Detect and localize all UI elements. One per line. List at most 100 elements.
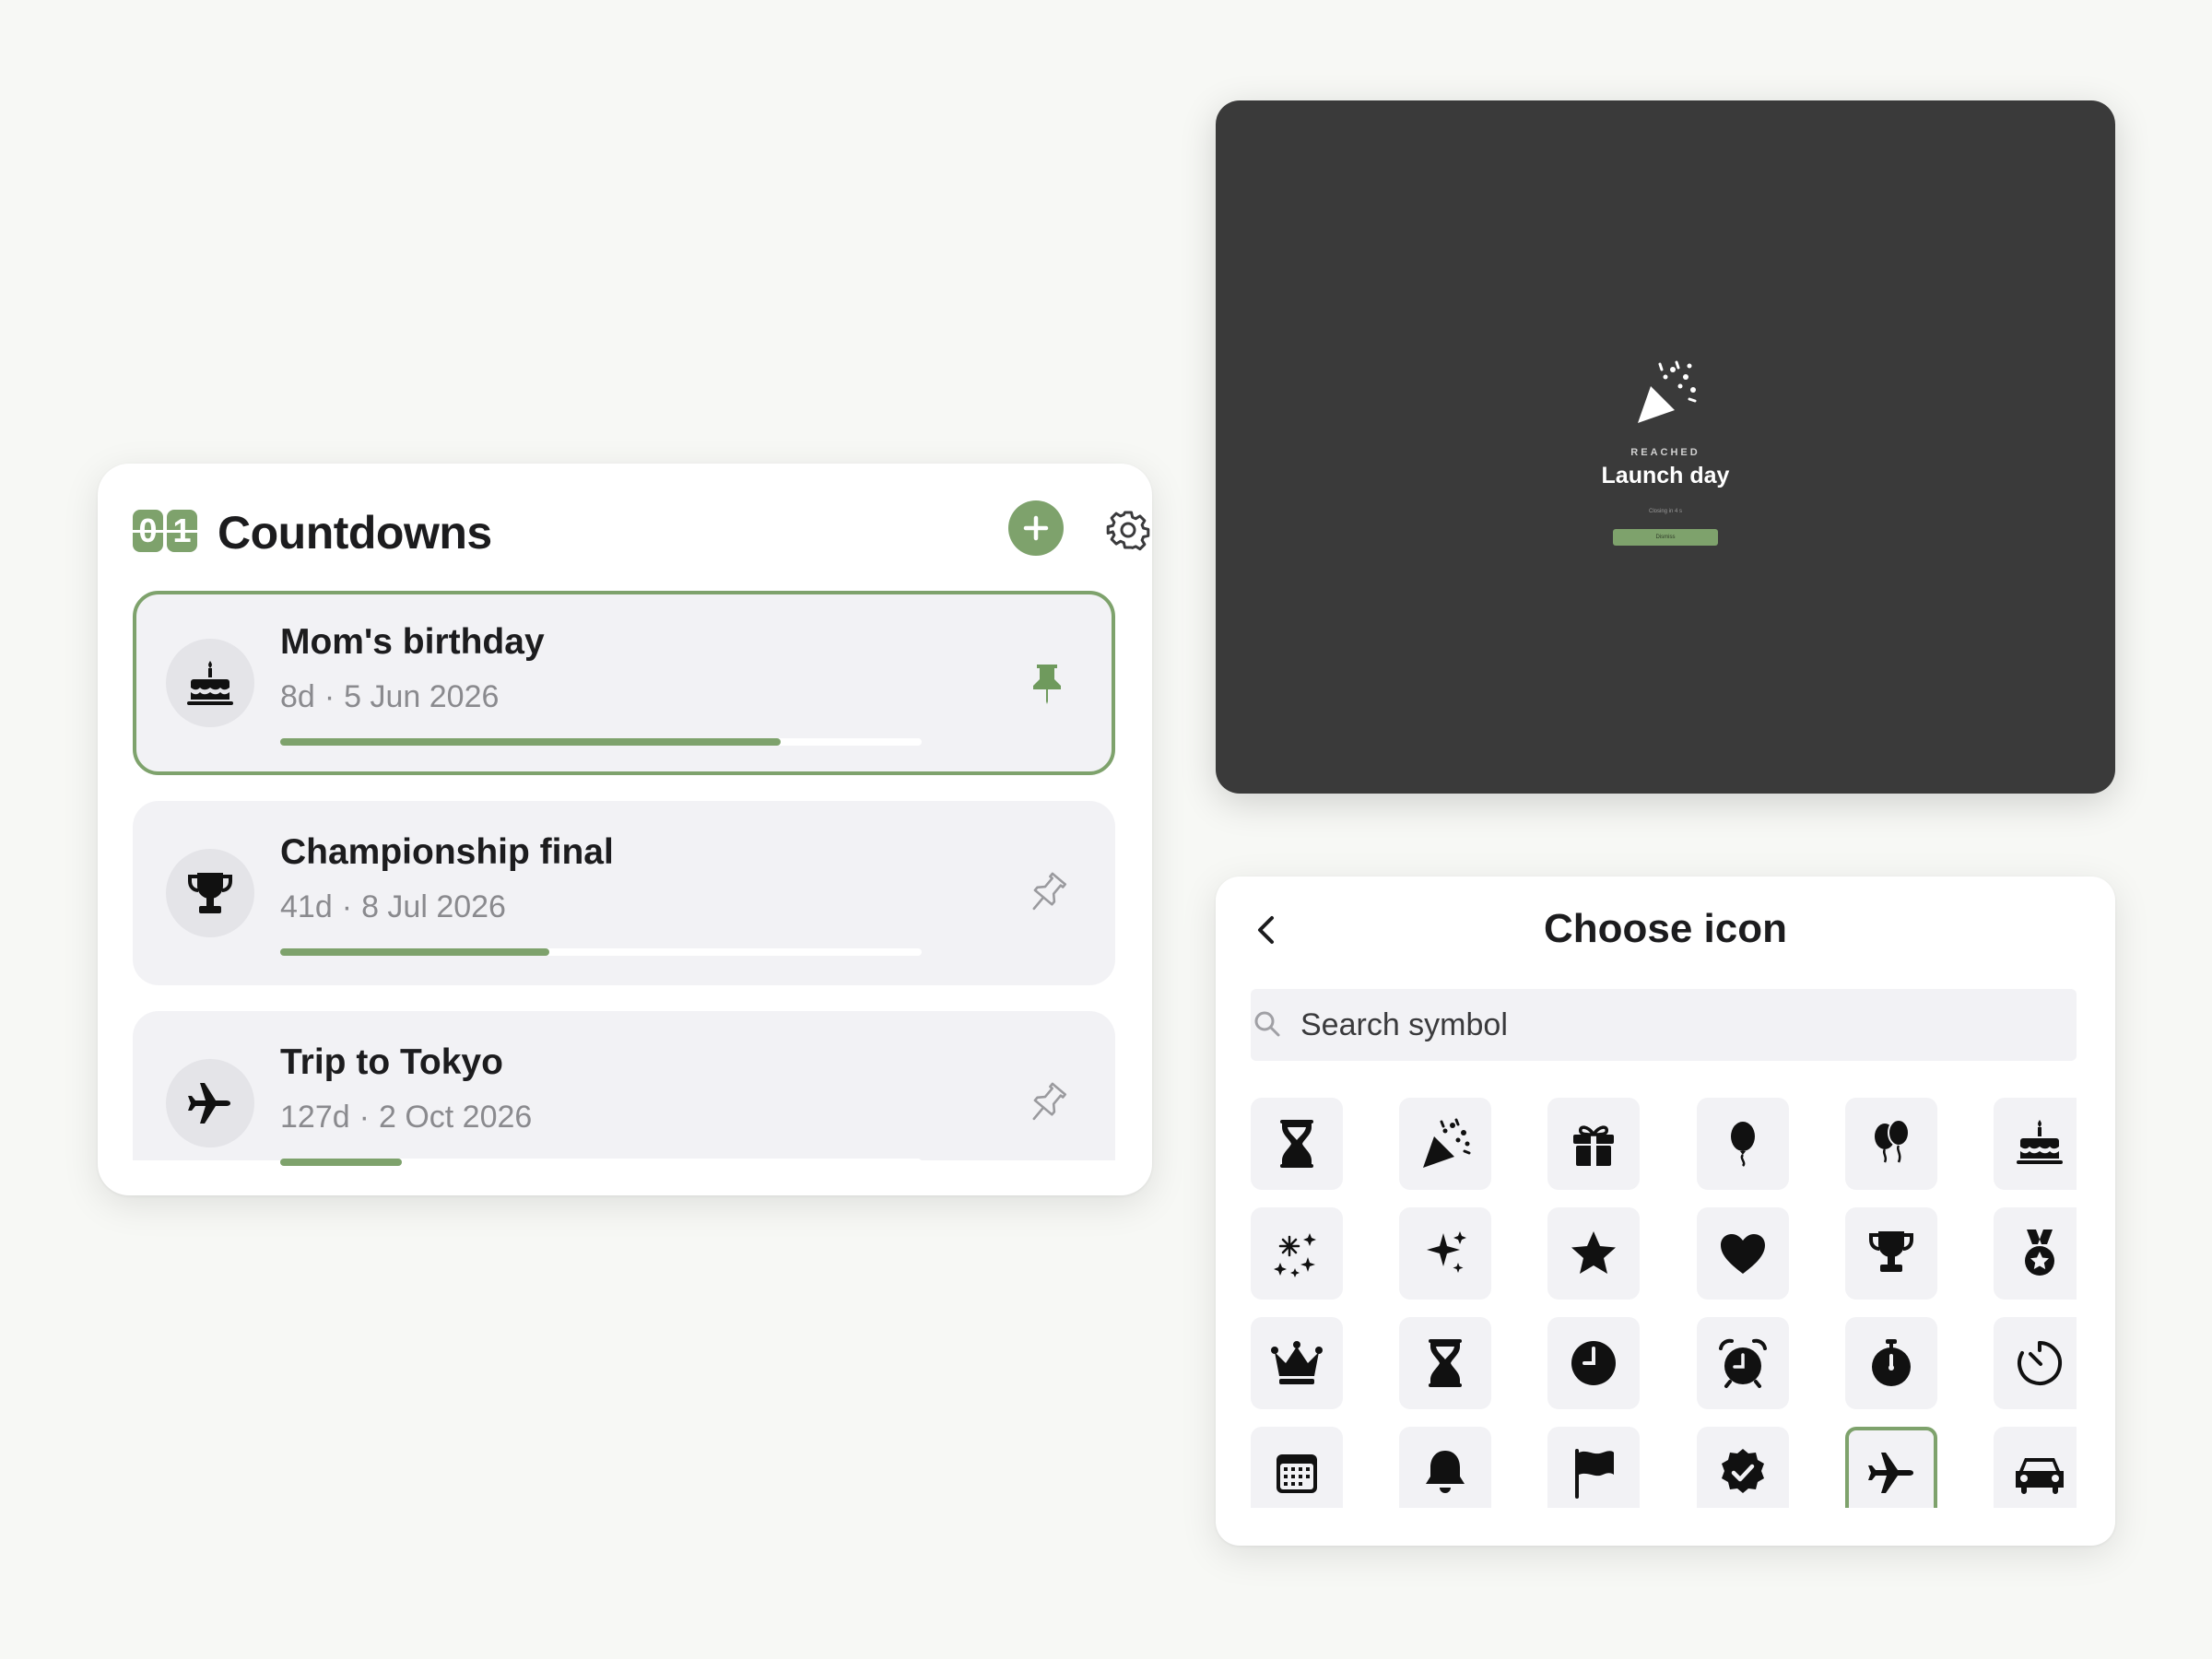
countdown-meta: 127d · 2 Oct 2026 [280,1100,532,1135]
avatar [166,1059,254,1147]
icon-tile-stopwatch[interactable] [1845,1317,1937,1409]
meta-separator: · [359,1100,370,1135]
progress-bar [280,948,922,956]
progress-fill [280,1159,403,1166]
icon-tile-fireworks[interactable] [1251,1207,1343,1300]
target-date: 2 Oct 2026 [378,1100,533,1135]
star-icon [1571,1231,1616,1274]
icon-tile-medal[interactable] [1994,1207,2077,1300]
progress-bar [280,738,922,746]
plus-icon [1023,515,1049,541]
birthday-cake-icon [187,661,233,705]
icon-tile-hourglass[interactable] [1251,1098,1343,1190]
avatar [166,639,254,727]
timer-icon [2018,1341,2063,1385]
airplane-icon [188,1083,230,1124]
countdowns-header: 0 1 Countdowns [133,500,1150,561]
countdown-meta: 8d · 5 Jun 2026 [280,679,499,715]
gear-icon[interactable] [1106,508,1150,552]
countdown-name: Mom's birthday [280,622,545,662]
chooser-title: Choose icon [1543,906,1788,951]
countdown-name: Trip to Tokyo [280,1042,503,1082]
icon-tile-gift[interactable] [1547,1098,1640,1190]
icon-tile-hourglass[interactable] [1399,1317,1491,1409]
icon-grid [1251,1098,2077,1508]
balloon-icon [1731,1122,1755,1167]
pin-filled-icon[interactable] [1023,659,1071,707]
balloons-icon [1875,1119,1910,1163]
pin-outline-icon[interactable] [1023,869,1071,917]
icon-tile-calendar[interactable] [1251,1427,1343,1508]
icon-tile-verified-badge[interactable] [1697,1427,1789,1508]
icon-tile-party-popper[interactable] [1399,1098,1491,1190]
icon-tile-birthday-cake[interactable] [1994,1098,2077,1190]
countdown-name: Championship final [280,832,614,872]
verified-badge-icon [1722,1449,1764,1493]
logo-digit: 0 [133,510,163,552]
crown-icon [1271,1341,1323,1384]
reached-overlay: REACHED Launch day Closing in 4 s Dismis… [1216,100,2115,794]
meta-separator: · [324,679,335,714]
clock-icon [1571,1341,1616,1385]
car-icon [2016,1458,2064,1494]
closing-countdown-text: Closing in 4 s [1648,509,1683,514]
party-popper-icon [1632,359,1702,429]
icon-tile-balloon[interactable] [1697,1098,1789,1190]
icon-tile-car[interactable] [1994,1427,2077,1508]
flag-icon [1575,1449,1614,1499]
days-remaining: 127d [280,1100,350,1135]
countdown-card-championship-final[interactable]: Championship final 41d · 8 Jul 2026 [133,801,1115,985]
icon-tile-alarm-clock[interactable] [1697,1317,1789,1409]
search-bar [1251,989,2077,1061]
avatar [166,849,254,937]
countdown-card-moms-birthday[interactable]: Mom's birthday 8d · 5 Jun 2026 [133,591,1115,775]
alarm-clock-icon [1719,1338,1767,1388]
trophy-icon [188,873,232,913]
icon-tile-star[interactable] [1547,1207,1640,1300]
icon-tile-balloons[interactable] [1845,1098,1937,1190]
hourglass-icon [1429,1339,1462,1387]
sparkles-icon [1427,1231,1466,1273]
icon-tile-bell[interactable] [1399,1427,1491,1508]
progress-bar [280,1159,922,1166]
dismiss-button[interactable]: Dismiss [1613,529,1718,546]
stopwatch-icon [1872,1339,1911,1386]
icon-tile-timer[interactable] [1994,1317,2077,1409]
airplane-icon [1868,1453,1913,1493]
stage: 0 1 Countdowns Mom's birthday 8d · 5 Jun… [0,0,2212,1659]
countdown-card-trip-to-tokyo[interactable]: Trip to Tokyo 127d · 2 Oct 2026 [133,1011,1115,1166]
countdowns-panel: 0 1 Countdowns Mom's birthday 8d · 5 Jun… [98,464,1152,1195]
heart-icon [1721,1234,1765,1274]
search-input[interactable] [1300,989,2056,1061]
icon-tile-sparkles[interactable] [1399,1207,1491,1300]
target-date: 8 Jul 2026 [361,889,506,924]
icon-tile-heart[interactable] [1697,1207,1789,1300]
icon-tile-flag[interactable] [1547,1427,1640,1508]
calendar-icon [1277,1454,1317,1493]
hourglass-icon [1280,1120,1313,1168]
days-remaining: 8d [280,679,315,714]
reached-title: Launch day [1601,463,1730,488]
add-countdown-button[interactable] [1008,500,1064,556]
icon-tile-airplane[interactable] [1845,1427,1937,1508]
icon-tile-clock[interactable] [1547,1317,1640,1409]
party-popper-icon [1423,1118,1471,1168]
fireworks-icon [1274,1233,1316,1277]
choose-icon-panel: Choose icon [1216,877,2115,1546]
icon-tile-trophy[interactable] [1845,1207,1937,1300]
trophy-icon [1869,1231,1913,1272]
search-icon [1251,1007,1284,1041]
icon-tile-crown[interactable] [1251,1317,1343,1409]
page-title: Countdowns [218,507,492,559]
gift-icon [1573,1125,1614,1166]
logo-digit: 1 [167,510,197,552]
reached-kicker: REACHED [1630,447,1700,458]
birthday-cake-icon [2017,1120,2063,1164]
progress-fill [280,738,781,746]
target-date: 5 Jun 2026 [344,679,500,714]
app-logo: 0 1 [133,510,197,552]
meta-separator: · [341,889,353,924]
progress-fill [280,948,550,956]
days-remaining: 41d [280,889,333,924]
pin-outline-icon[interactable] [1023,1079,1071,1127]
